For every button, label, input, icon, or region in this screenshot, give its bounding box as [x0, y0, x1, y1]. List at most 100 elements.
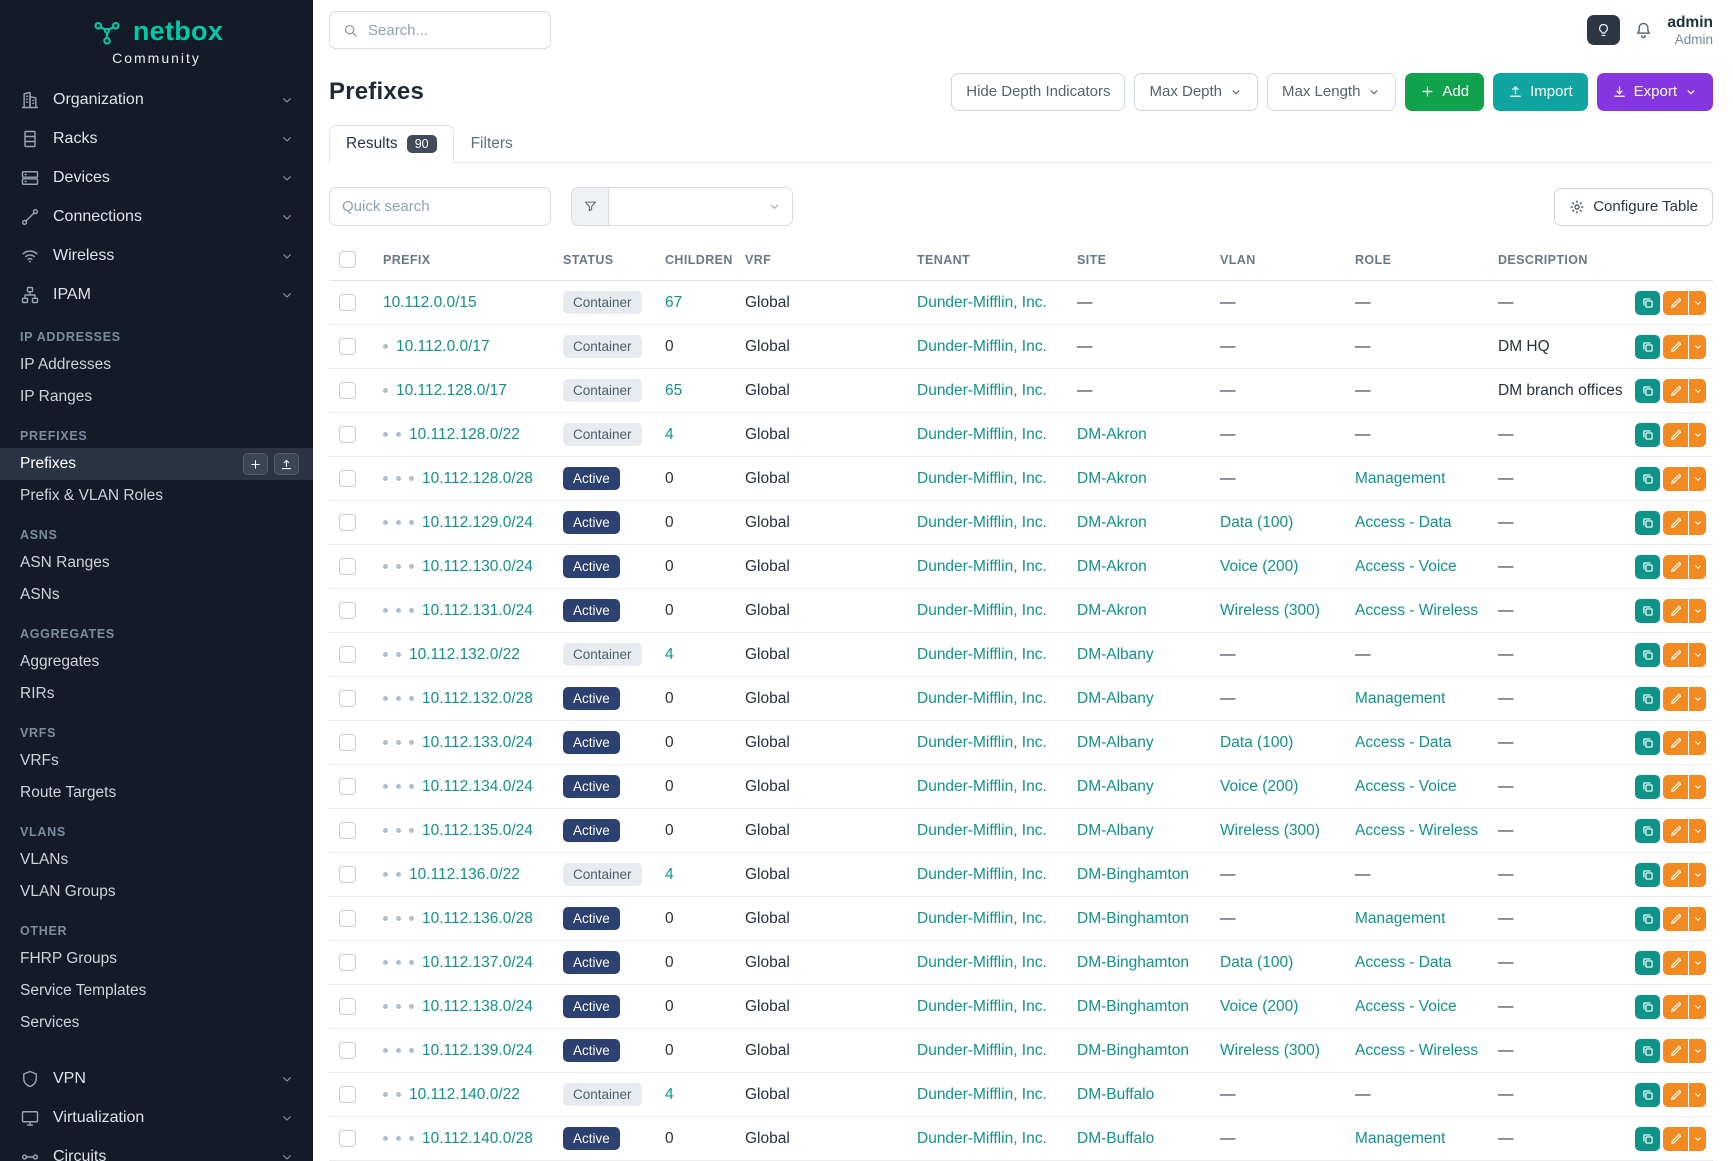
sidebar-item-aggregates[interactable]: Aggregates [0, 646, 313, 678]
site-link[interactable]: DM-Buffalo [1077, 1086, 1154, 1103]
edit-button[interactable] [1663, 863, 1688, 887]
tenant-link[interactable]: Dunder-Mifflin, Inc. [917, 602, 1047, 619]
edit-button[interactable] [1663, 775, 1688, 799]
edit-dropdown-button[interactable] [1689, 687, 1706, 711]
tenant-link[interactable]: Dunder-Mifflin, Inc. [917, 382, 1047, 399]
edit-dropdown-button[interactable] [1689, 467, 1706, 491]
edit-button[interactable] [1663, 555, 1688, 579]
prefix-link[interactable]: 10.112.133.0/24 [422, 734, 533, 751]
tenant-link[interactable]: Dunder-Mifflin, Inc. [917, 646, 1047, 663]
column-header-prefix[interactable]: PREFIX [373, 242, 553, 281]
edit-button[interactable] [1663, 335, 1688, 359]
role-link[interactable]: Access - Data [1355, 954, 1451, 971]
row-checkbox[interactable] [339, 514, 356, 531]
vlan-link[interactable]: Wireless (300) [1220, 1042, 1320, 1059]
copy-button[interactable] [1635, 511, 1660, 535]
sidebar-group-organization[interactable]: Organization [0, 80, 313, 119]
copy-button[interactable] [1635, 687, 1660, 711]
role-link[interactable]: Access - Voice [1355, 778, 1457, 795]
edit-dropdown-button[interactable] [1689, 731, 1706, 755]
row-checkbox[interactable] [339, 470, 356, 487]
row-checkbox[interactable] [339, 382, 356, 399]
row-checkbox[interactable] [339, 1086, 356, 1103]
site-link[interactable]: DM-Akron [1077, 470, 1147, 487]
column-header-tenant[interactable]: TENANT [907, 242, 1067, 281]
role-link[interactable]: Access - Voice [1355, 558, 1457, 575]
vlan-link[interactable]: Wireless (300) [1220, 602, 1320, 619]
sidebar-group-ipam[interactable]: IPAM [0, 275, 313, 314]
vlan-link[interactable]: Voice (200) [1220, 778, 1298, 795]
prefix-link[interactable]: 10.112.0.0/17 [396, 338, 490, 355]
edit-button[interactable] [1663, 951, 1688, 975]
sidebar-add-prefix-button[interactable] [243, 453, 268, 475]
edit-button[interactable] [1663, 731, 1688, 755]
edit-dropdown-button[interactable] [1689, 1039, 1706, 1063]
sidebar-group-vpn[interactable]: VPN [0, 1059, 313, 1098]
edit-dropdown-button[interactable] [1689, 951, 1706, 975]
role-link[interactable]: Access - Data [1355, 734, 1451, 751]
edit-button[interactable] [1663, 379, 1688, 403]
row-checkbox[interactable] [339, 734, 356, 751]
row-checkbox[interactable] [339, 558, 356, 575]
tenant-link[interactable]: Dunder-Mifflin, Inc. [917, 866, 1047, 883]
site-link[interactable]: DM-Akron [1077, 558, 1147, 575]
edit-button[interactable] [1663, 291, 1688, 315]
copy-button[interactable] [1635, 1039, 1660, 1063]
edit-dropdown-button[interactable] [1689, 863, 1706, 887]
edit-dropdown-button[interactable] [1689, 379, 1706, 403]
tenant-link[interactable]: Dunder-Mifflin, Inc. [917, 1042, 1047, 1059]
tenant-link[interactable]: Dunder-Mifflin, Inc. [917, 294, 1047, 311]
vlan-link[interactable]: Voice (200) [1220, 558, 1298, 575]
tenant-link[interactable]: Dunder-Mifflin, Inc. [917, 1130, 1047, 1147]
vlan-link[interactable]: Wireless (300) [1220, 822, 1320, 839]
sidebar-item-ip-ranges[interactable]: IP Ranges [0, 381, 313, 413]
select-all-checkbox[interactable] [339, 251, 356, 268]
max-length-dropdown[interactable]: Max Length [1267, 73, 1396, 111]
sidebar-group-racks[interactable]: Racks [0, 119, 313, 158]
row-checkbox[interactable] [339, 998, 356, 1015]
site-link[interactable]: DM-Binghamton [1077, 954, 1189, 971]
column-header-site[interactable]: SITE [1067, 242, 1210, 281]
vlan-link[interactable]: Voice (200) [1220, 998, 1298, 1015]
column-header-status[interactable]: STATUS [553, 242, 655, 281]
hide-depth-indicators-button[interactable]: Hide Depth Indicators [951, 73, 1125, 111]
edit-dropdown-button[interactable] [1689, 423, 1706, 447]
prefix-link[interactable]: 10.112.140.0/22 [409, 1086, 520, 1103]
tenant-link[interactable]: Dunder-Mifflin, Inc. [917, 470, 1047, 487]
export-button[interactable]: Export [1597, 73, 1713, 111]
copy-button[interactable] [1635, 423, 1660, 447]
configure-table-button[interactable]: Configure Table [1554, 188, 1713, 226]
tab-results[interactable]: Results 90 [329, 125, 454, 164]
netbox-logo[interactable]: netbox Community [0, 0, 313, 74]
edit-dropdown-button[interactable] [1689, 1127, 1706, 1151]
copy-button[interactable] [1635, 1083, 1660, 1107]
tenant-link[interactable]: Dunder-Mifflin, Inc. [917, 734, 1047, 751]
prefix-link[interactable]: 10.112.128.0/17 [396, 382, 507, 399]
copy-button[interactable] [1635, 599, 1660, 623]
prefix-link[interactable]: 10.112.130.0/24 [422, 558, 533, 575]
tenant-link[interactable]: Dunder-Mifflin, Inc. [917, 998, 1047, 1015]
global-search-input[interactable] [368, 22, 538, 39]
tenant-link[interactable]: Dunder-Mifflin, Inc. [917, 338, 1047, 355]
role-link[interactable]: Access - Wireless [1355, 1042, 1478, 1059]
sidebar-item-vlans[interactable]: VLANs [0, 844, 313, 876]
copy-button[interactable] [1635, 863, 1660, 887]
children-count-link[interactable]: 67 [665, 294, 682, 311]
prefix-link[interactable]: 10.112.132.0/22 [409, 646, 520, 663]
saved-filter-select[interactable] [609, 187, 793, 226]
edit-dropdown-button[interactable] [1689, 819, 1706, 843]
site-link[interactable]: DM-Albany [1077, 646, 1154, 663]
tenant-link[interactable]: Dunder-Mifflin, Inc. [917, 910, 1047, 927]
children-count-link[interactable]: 4 [665, 646, 674, 663]
edit-dropdown-button[interactable] [1689, 643, 1706, 667]
edit-dropdown-button[interactable] [1689, 599, 1706, 623]
edit-button[interactable] [1663, 467, 1688, 491]
row-checkbox[interactable] [339, 690, 356, 707]
copy-button[interactable] [1635, 555, 1660, 579]
tenant-link[interactable]: Dunder-Mifflin, Inc. [917, 558, 1047, 575]
sidebar-item-rirs[interactable]: RIRs [0, 678, 313, 710]
prefix-link[interactable]: 10.112.129.0/24 [422, 514, 533, 531]
theme-toggle-button[interactable] [1587, 15, 1620, 45]
edit-dropdown-button[interactable] [1689, 1083, 1706, 1107]
sidebar-group-circuits[interactable]: Circuits [0, 1137, 313, 1161]
